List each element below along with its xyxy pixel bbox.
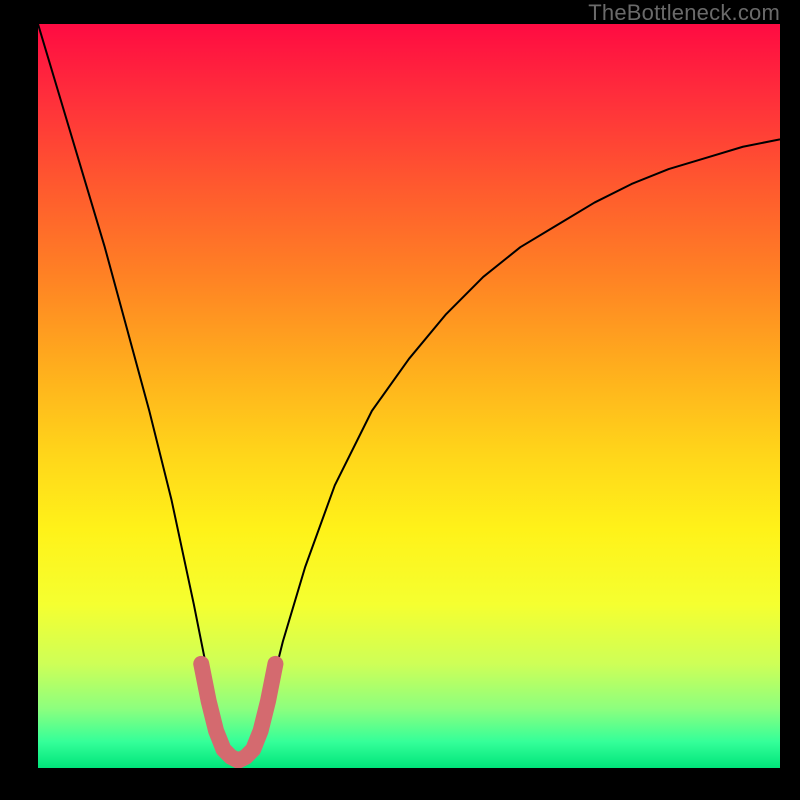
chart-frame: TheBottleneck.com — [0, 0, 800, 800]
plot-area — [38, 24, 780, 768]
chart-svg — [38, 24, 780, 768]
gradient-background — [38, 24, 780, 768]
watermark-text: TheBottleneck.com — [588, 0, 780, 26]
